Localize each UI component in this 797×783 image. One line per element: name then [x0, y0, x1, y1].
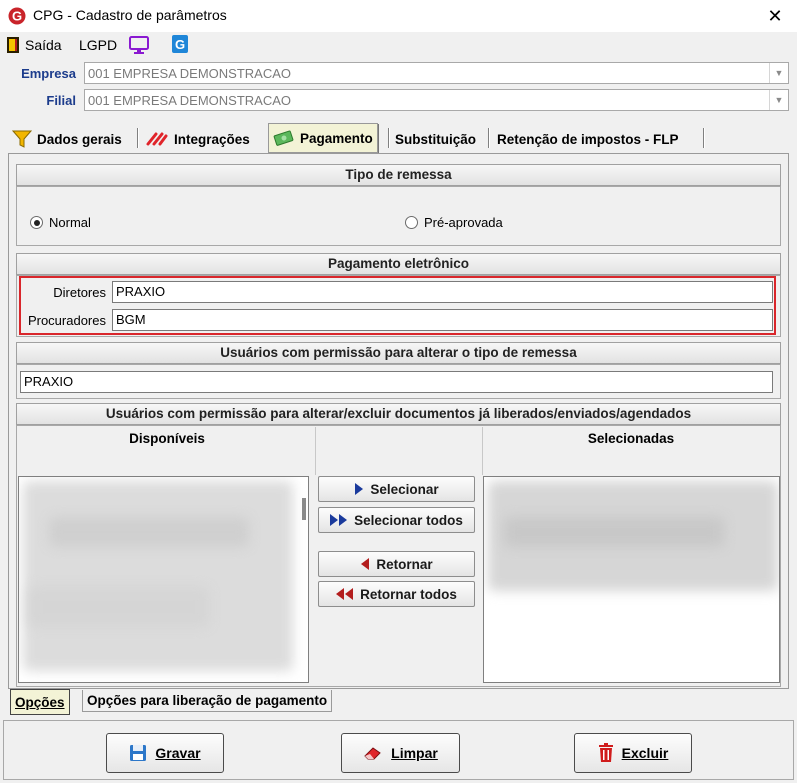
- filial-label: Filial: [46, 93, 76, 108]
- tab-pagamento[interactable]: Pagamento: [268, 123, 378, 153]
- tab-label: Pagamento: [300, 130, 373, 146]
- tab-integracoes[interactable]: Integrações: [141, 126, 254, 152]
- selecionadas-list[interactable]: [483, 476, 780, 683]
- radio-selected-icon: [30, 216, 43, 229]
- filial-select[interactable]: 001 EMPRESA DEMONSTRACAO ▼: [84, 89, 789, 111]
- usuarios-documentos-header: Usuários com permissão para alterar/excl…: [16, 403, 781, 425]
- chevron-down-icon[interactable]: ▼: [769, 90, 788, 110]
- scrollbar-thumb[interactable]: [302, 498, 306, 520]
- window-title: CPG - Cadastro de parâmetros: [33, 7, 227, 23]
- money-icon: [273, 130, 294, 146]
- tab-divider: [488, 128, 490, 148]
- double-arrow-left-icon: [336, 588, 354, 600]
- exit-door-icon: [7, 37, 19, 53]
- arrow-left-icon: [361, 558, 370, 570]
- clear-button[interactable]: Limpar: [341, 733, 460, 773]
- svg-text:G: G: [12, 9, 22, 24]
- save-label: Gravar: [155, 745, 201, 761]
- return-label: Retornar: [376, 556, 433, 572]
- select-label: Selecionar: [370, 481, 439, 497]
- usuarios-tipo-remessa-header: Usuários com permissão para alterar o ti…: [16, 342, 781, 364]
- trash-icon: [598, 743, 613, 762]
- return-all-label: Retornar todos: [360, 586, 457, 602]
- filial-value: 001 EMPRESA DEMONSTRACAO: [88, 92, 291, 108]
- procuradores-field[interactable]: BGM: [112, 309, 773, 331]
- tab-substituicao[interactable]: Substituição: [391, 126, 480, 152]
- diretores-field[interactable]: PRAXIO: [112, 281, 773, 303]
- select-all-button[interactable]: Selecionar todos: [318, 507, 475, 533]
- procuradores-label: Procuradores: [27, 313, 106, 328]
- exit-button[interactable]: Saída: [6, 34, 62, 56]
- empresa-select[interactable]: 001 EMPRESA DEMONSTRACAO ▼: [84, 62, 789, 84]
- tab-opcoes-liberacao[interactable]: Opções para liberação de pagamento: [82, 690, 333, 712]
- double-arrow-right-icon: [330, 514, 348, 526]
- delete-button[interactable]: Excluir: [574, 733, 692, 773]
- radio-normal[interactable]: Normal: [30, 215, 91, 230]
- tab-dados-gerais[interactable]: Dados gerais: [8, 126, 126, 152]
- chevron-down-icon[interactable]: ▼: [769, 63, 788, 83]
- close-button[interactable]: ✕: [762, 3, 788, 29]
- selecionadas-header: Selecionadas: [587, 431, 675, 446]
- empresa-label: Empresa: [21, 66, 76, 81]
- funnel-icon: [12, 130, 32, 148]
- tab-label: Dados gerais: [37, 131, 122, 147]
- tab-divider: [137, 128, 139, 148]
- radio-label: Pré-aprovada: [424, 215, 503, 230]
- tab-label: Integrações: [174, 131, 250, 147]
- select-button[interactable]: Selecionar: [318, 476, 475, 502]
- return-button[interactable]: Retornar: [318, 551, 475, 577]
- tipo-remessa-group: [16, 186, 781, 246]
- arrow-right-icon: [355, 483, 364, 495]
- disponiveis-header: Disponíveis: [129, 431, 205, 446]
- diretores-label: Diretores: [53, 285, 106, 300]
- tab-label: Retenção de impostos - FLP: [497, 131, 679, 147]
- tab-label: Substituição: [395, 131, 477, 147]
- empresa-value: 001 EMPRESA DEMONSTRACAO: [88, 65, 291, 81]
- radio-label: Normal: [49, 215, 91, 230]
- radio-unselected-icon: [405, 216, 418, 229]
- integration-icon: [146, 132, 168, 146]
- tipo-remessa-header: Tipo de remessa: [16, 164, 781, 186]
- tab-retencao-impostos[interactable]: Retenção de impostos - FLP: [493, 126, 683, 152]
- tab-divider: [703, 128, 705, 148]
- return-all-button[interactable]: Retornar todos: [318, 581, 475, 607]
- monitor-icon[interactable]: [128, 35, 150, 55]
- disponiveis-list[interactable]: [18, 476, 309, 683]
- svg-text:G: G: [175, 37, 185, 52]
- tab-divider: [388, 128, 390, 148]
- brand-g-icon[interactable]: G: [171, 34, 189, 54]
- eraser-icon: [364, 747, 381, 760]
- usuarios-tipo-remessa-field[interactable]: PRAXIO: [20, 371, 773, 393]
- floppy-disk-icon: [130, 745, 147, 761]
- clear-label: Limpar: [391, 745, 438, 761]
- lgpd-button[interactable]: LGPD: [79, 34, 117, 56]
- pagamento-eletronico-header: Pagamento eletrônico: [16, 253, 781, 275]
- select-all-label: Selecionar todos: [354, 512, 463, 528]
- radio-pre-aprovada[interactable]: Pré-aprovada: [405, 215, 503, 230]
- exit-label: Saída: [25, 37, 62, 53]
- tab-opcoes[interactable]: Opções: [10, 689, 70, 715]
- delete-label: Excluir: [621, 745, 669, 761]
- app-logo-icon: G: [8, 7, 26, 25]
- save-button[interactable]: Gravar: [106, 733, 224, 773]
